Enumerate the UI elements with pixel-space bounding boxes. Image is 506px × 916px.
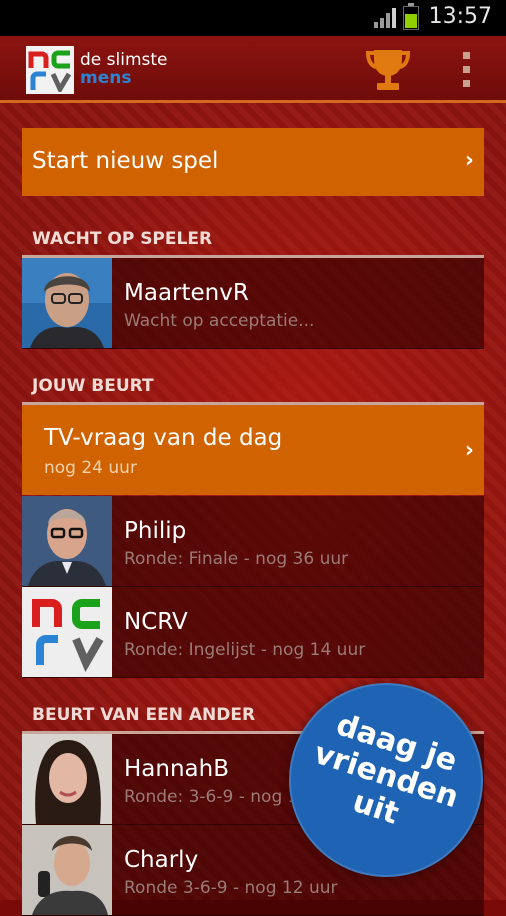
avatar — [22, 587, 112, 677]
signal-icon — [374, 8, 396, 28]
player-name: MaartenvR — [124, 280, 249, 306]
list-item[interactable]: Philip Ronde: Finale - nog 36 uur — [22, 496, 484, 587]
section-header-waiting: WACHT OP SPELER — [22, 223, 484, 258]
player-status: Ronde 3-6-9 - nog 12 uur — [124, 878, 338, 898]
brand-line-1: de slimste — [80, 50, 168, 70]
list-item[interactable]: NCRV Ronde: Ingelijst - nog 14 uur — [22, 587, 484, 678]
avatar — [22, 496, 112, 586]
avatar — [22, 258, 112, 348]
ncrv-logo[interactable] — [26, 46, 74, 95]
status-bar: 13:57 — [0, 0, 506, 36]
player-name: Philip — [124, 518, 187, 544]
section-header-your-turn: JOUW BEURT — [22, 370, 484, 405]
tv-question-title: TV-vraag van de dag — [44, 425, 283, 451]
tv-question-time: nog 24 uur — [44, 458, 137, 478]
start-new-game-label: Start nieuw spel — [32, 148, 219, 174]
player-name: NCRV — [124, 609, 188, 635]
app-bar: de slimste mens — [0, 36, 506, 103]
player-name: Charly — [124, 847, 199, 873]
battery-icon — [403, 3, 419, 30]
avatar — [22, 825, 112, 915]
start-new-game-button[interactable]: Start nieuw spel › — [22, 128, 484, 196]
player-status: Ronde: Ingelijst - nog 14 uur — [124, 640, 366, 660]
player-name: HannahB — [124, 756, 229, 782]
tv-question-of-the-day[interactable]: TV-vraag van de dag nog 24 uur › — [22, 405, 484, 495]
chevron-right-icon: › — [464, 148, 474, 173]
player-status: Ronde: Finale - nog 36 uur — [124, 549, 349, 569]
trophy-icon[interactable] — [365, 46, 411, 92]
player-status: Wacht op acceptatie... — [124, 311, 315, 331]
chevron-right-icon: › — [464, 438, 474, 463]
brand-line-2: mens — [80, 68, 132, 88]
overflow-menu-icon[interactable] — [458, 52, 474, 88]
avatar — [22, 734, 112, 824]
list-item[interactable]: MaartenvR Wacht op acceptatie... — [22, 258, 484, 349]
challenge-friends-button[interactable]: daag je vrienden uit — [289, 683, 483, 877]
status-time: 13:57 — [428, 4, 492, 29]
